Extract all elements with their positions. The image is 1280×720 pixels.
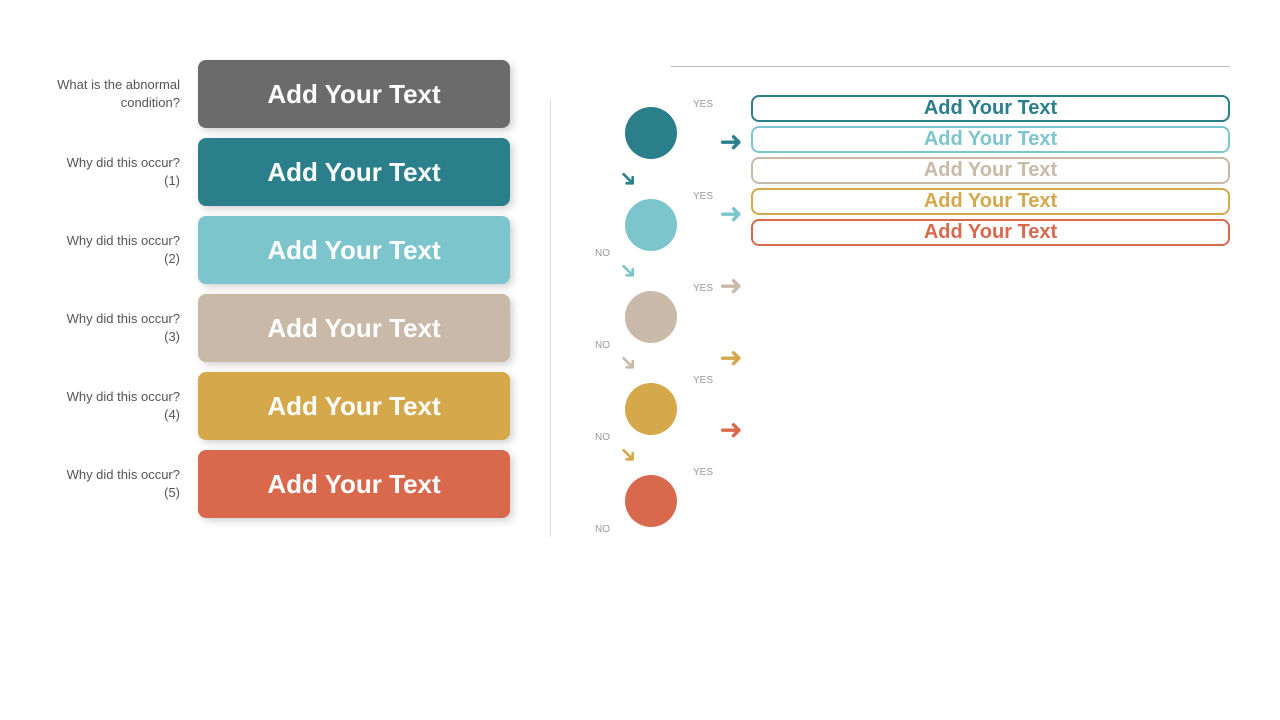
inter-node-1: ➜ bbox=[591, 261, 711, 281]
main-box-2[interactable]: Add Your Text bbox=[198, 216, 510, 284]
conf-subheaders bbox=[671, 71, 1230, 79]
left-row-2: Why did this occur? (2) Add Your Text bbox=[50, 216, 510, 284]
circle-node-1 bbox=[625, 199, 677, 251]
yes-label-4: YES bbox=[693, 467, 713, 478]
right-arrow-3: ➜ bbox=[711, 321, 751, 393]
conf-box-3[interactable]: Add Your Text bbox=[751, 188, 1230, 215]
conf-box-1[interactable]: Add Your Text bbox=[751, 126, 1230, 153]
yes-label-3: YES bbox=[693, 375, 713, 386]
right-arrow-0: ➜ bbox=[711, 105, 751, 177]
arrows-col: ➜➜➜➜➜ bbox=[711, 105, 751, 465]
left-row-4: Why did this occur? (4) Add Your Text bbox=[50, 372, 510, 440]
row-label-3: Why did this occur? (3) bbox=[50, 310, 180, 346]
inter-node-2: ➜ bbox=[591, 353, 711, 373]
no-label-1: NO bbox=[595, 248, 610, 259]
no-label-4: NO bbox=[595, 524, 610, 535]
main-box-5[interactable]: Add Your Text bbox=[198, 450, 510, 518]
left-row-1: Why did this occur? (1) Add Your Text bbox=[50, 138, 510, 206]
right-panel: YES➜YESNO➜YESNO➜YESNO➜YESNO➜➜➜➜➜Add Your… bbox=[591, 60, 1230, 537]
page: What is the abnormal condition? Add Your… bbox=[0, 0, 1280, 720]
circle-node-4 bbox=[625, 475, 677, 527]
right-arrow-2: ➜ bbox=[711, 249, 751, 321]
row-label-1: Why did this occur? (1) bbox=[50, 154, 180, 190]
left-row-5: Why did this occur? (5) Add Your Text bbox=[50, 450, 510, 518]
diagram: YES➜YESNO➜YESNO➜YESNO➜YESNO➜➜➜➜➜Add Your… bbox=[591, 87, 1230, 537]
main-box-0[interactable]: Add Your Text bbox=[198, 60, 510, 128]
right-arrow-1: ➜ bbox=[711, 177, 751, 249]
node-row-3: YES NO bbox=[591, 373, 711, 445]
circle-node-3 bbox=[625, 383, 677, 435]
main-box-4[interactable]: Add Your Text bbox=[198, 372, 510, 440]
node-row-0: YES bbox=[591, 97, 711, 169]
node-row-4: YES NO bbox=[591, 465, 711, 537]
left-row-0: What is the abnormal condition? Add Your… bbox=[50, 60, 510, 128]
left-panel: What is the abnormal condition? Add Your… bbox=[50, 60, 510, 528]
conf-box-0[interactable]: Add Your Text bbox=[751, 95, 1230, 122]
no-label-2: NO bbox=[595, 340, 610, 351]
no-label-3: NO bbox=[595, 432, 610, 443]
node-row-1: YES NO bbox=[591, 189, 711, 261]
conf-boxes-col: Add Your Text Add Your Text Add Your Text A… bbox=[751, 95, 1230, 246]
circle-node-2 bbox=[625, 291, 677, 343]
yes-label-1: YES bbox=[693, 191, 713, 202]
yes-label-0: YES bbox=[693, 99, 713, 110]
sub-method bbox=[951, 71, 1231, 79]
circle-node-0 bbox=[625, 107, 677, 159]
sub-required bbox=[671, 71, 951, 79]
main-box-1[interactable]: Add Your Text bbox=[198, 138, 510, 206]
nodes-col: YES ➜ YES NO ➜ YES NO ➜ YES NO ➜ YES NO bbox=[591, 97, 711, 537]
row-label-4: Why did this occur? (4) bbox=[50, 388, 180, 424]
yes-label-2: YES bbox=[693, 283, 713, 294]
conf-box-4[interactable]: Add Your Text bbox=[751, 219, 1230, 246]
row-label-5: Why did this occur? (5) bbox=[50, 466, 180, 502]
inter-node-0: ➜ bbox=[591, 169, 711, 189]
main-content: What is the abnormal condition? Add Your… bbox=[50, 60, 1230, 537]
left-row-3: Why did this occur? (3) Add Your Text bbox=[50, 294, 510, 362]
confirmation-header bbox=[671, 60, 1230, 67]
conf-box-2[interactable]: Add Your Text bbox=[751, 157, 1230, 184]
main-box-3[interactable]: Add Your Text bbox=[198, 294, 510, 362]
right-arrow-4: ➜ bbox=[711, 393, 751, 465]
row-label-2: Why did this occur? (2) bbox=[50, 232, 180, 268]
row-label-0: What is the abnormal condition? bbox=[50, 76, 180, 112]
inter-node-3: ➜ bbox=[591, 445, 711, 465]
node-row-2: YES NO bbox=[591, 281, 711, 353]
